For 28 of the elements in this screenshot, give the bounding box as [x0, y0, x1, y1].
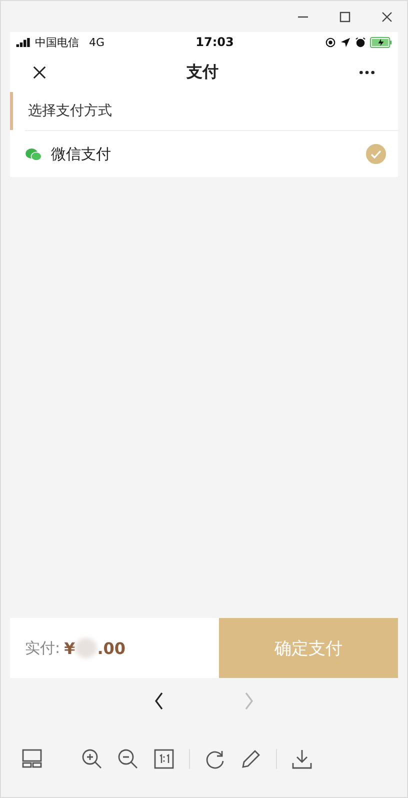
more-icon[interactable]: [358, 70, 376, 74]
thumbnails-icon[interactable]: [21, 748, 43, 770]
chat-bubbles-icon: [25, 148, 42, 160]
section-title: 选择支付方式: [28, 102, 112, 120]
total-label: 实付:: [25, 638, 60, 658]
close-icon[interactable]: [381, 10, 393, 22]
location-arrow-icon: [340, 36, 351, 48]
zoom-in-icon[interactable]: [81, 748, 103, 770]
close-icon[interactable]: [32, 64, 47, 80]
download-icon[interactable]: [291, 748, 313, 770]
battery-charging-icon: [370, 36, 392, 48]
zoom-out-icon[interactable]: [117, 748, 139, 770]
network-type: 4G: [89, 36, 105, 48]
actual-size-icon[interactable]: [153, 748, 175, 770]
price-amount: .00: [97, 638, 126, 658]
lock-rotation-icon: [324, 36, 336, 48]
payment-name: 微信支付: [51, 144, 112, 164]
carrier-name: 中国电信: [35, 34, 79, 50]
currency-sign: ¥: [64, 638, 76, 658]
rotate-icon[interactable]: [204, 748, 226, 770]
check-icon[interactable]: [366, 144, 386, 164]
signal-icon: [16, 38, 31, 46]
alarm-icon: [354, 36, 366, 48]
page-title: 支付: [186, 62, 218, 82]
previous-icon[interactable]: [154, 692, 164, 710]
status-time: 17:03: [196, 35, 234, 49]
pencil-icon[interactable]: [240, 748, 262, 770]
maximize-icon[interactable]: [339, 10, 351, 22]
